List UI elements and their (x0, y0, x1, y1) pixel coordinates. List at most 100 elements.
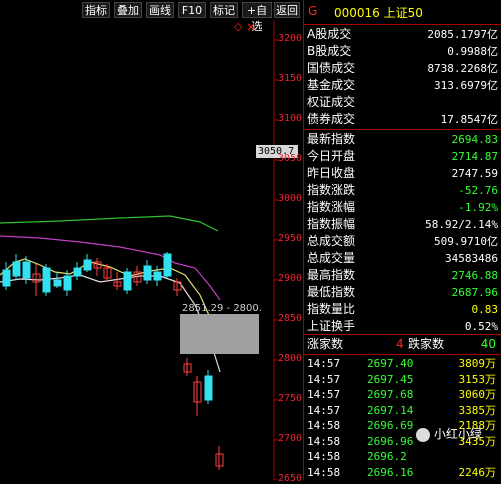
turnover-value: 0.9988亿 (447, 45, 498, 58)
watermark-text: 小红小绿 (433, 427, 482, 441)
index-label: 指数涨跌 (307, 183, 356, 197)
index-value: -52.76 (458, 184, 498, 197)
trade-price: 2696.2 (367, 450, 407, 463)
index-label: 总成交量 (307, 251, 356, 265)
trade-row: 14:57 2697.14 3385万 (304, 403, 501, 418)
range-highlight[interactable] (180, 314, 259, 354)
index-value: 2714.87 (451, 150, 498, 163)
turnover-row: 基金成交 313.6979亿 (304, 77, 501, 94)
turnover-value: 2085.1797亿 (427, 28, 498, 41)
price-tick-label: 3000 (278, 193, 303, 204)
price-tick-label: 2700 (278, 433, 303, 444)
index-label: 最新指数 (307, 132, 356, 146)
index-row: 今日开盘 2714.87 (304, 148, 501, 165)
add-watchlist-button[interactable]: +自选 (242, 2, 272, 33)
mark-button[interactable]: 标记 (210, 2, 238, 18)
draw-line-button[interactable]: 画线 (146, 2, 174, 18)
index-row: 总成交额 509.9710亿 (304, 233, 501, 250)
index-row: 上证换手 0.52% (304, 318, 501, 335)
trade-vol: 3060万 (458, 388, 497, 401)
price-tick-label: 2900 (278, 273, 303, 284)
turnover-row: 国债成交 8738.2268亿 (304, 60, 501, 77)
group-indicator: G (308, 4, 318, 18)
price-tick-label: 3100 (278, 113, 303, 124)
price-tick-label: 2800 (278, 353, 303, 364)
up-count-label: 涨家数 (307, 337, 344, 351)
candle-body (163, 253, 172, 277)
trade-time: 14:58 (307, 434, 341, 448)
candle-body (204, 375, 213, 401)
index-label: 最低指数 (307, 285, 356, 299)
quote-panel: G 000016 上证50 A股成交 2085.1797亿 B股成交 0.9988亿国… (303, 0, 501, 480)
turnover-label: 债券成交 (307, 112, 356, 126)
trade-time: 14:57 (307, 372, 341, 386)
candle-body (2, 269, 11, 287)
index-value: 58.92/2.14% (425, 218, 498, 231)
price-tick-label: 3150 (278, 73, 303, 84)
trade-price: 2697.14 (367, 403, 414, 417)
index-row: 昨日收盘 2747.59 (304, 165, 501, 182)
trade-time: 14:58 (307, 450, 341, 463)
turnover-label: 基金成交 (307, 78, 356, 92)
turnover-row: B股成交 0.9988亿 (304, 43, 501, 60)
wechat-icon (416, 427, 430, 442)
index-row: 指数振幅 58.92/2.14% (304, 216, 501, 233)
trade-price: 2696.69 (367, 419, 414, 432)
breadth-row: 涨家数 4 跌家数 40 (304, 336, 501, 353)
index-value: 34583486 (445, 252, 498, 265)
turnover-row: 权证成交 (304, 94, 501, 111)
trade-vol: 3385万 (458, 403, 497, 417)
kline-chart[interactable]: 2851.29 - 2800. 3050.7 3200 3150 3100 3050 3… (0, 20, 303, 484)
trade-time: 14:57 (307, 388, 341, 401)
candle-body (12, 261, 21, 277)
range-label: 2851.29 - 2800. (182, 303, 262, 314)
turnover-label: B股成交 (307, 44, 352, 58)
price-tick-label: 3200 (278, 33, 303, 44)
price-tick-label: 3050 (278, 153, 303, 164)
indicator-button[interactable]: 指标 (82, 2, 110, 18)
index-value: 2694.83 (451, 133, 498, 146)
index-value: 2746.88 (451, 269, 498, 282)
index-label: 指数振幅 (307, 217, 356, 231)
turnover-value: 313.6979亿 (434, 79, 498, 92)
trade-price: 2697.45 (367, 372, 414, 386)
divider (304, 354, 501, 355)
index-row: 最新指数 2694.83 (304, 131, 501, 148)
index-row: 总成交量 34583486 (304, 250, 501, 267)
trade-price: 2697.68 (367, 388, 414, 401)
price-tick-label: 2750 (278, 393, 303, 404)
trade-time: 14:58 (307, 465, 341, 479)
divider (304, 129, 501, 130)
turnover-row: 债券成交 17.8547亿 (304, 111, 501, 128)
candle-body (63, 275, 72, 291)
price-tick-label: 2650 (278, 473, 303, 484)
divider (304, 24, 501, 25)
index-label: 指数涨幅 (307, 200, 356, 214)
panel-header: G 000016 上证50 (304, 0, 501, 24)
trade-time: 14:58 (307, 419, 341, 432)
candles (2, 252, 224, 470)
candle-body (42, 267, 51, 293)
turnover-row: A股成交 2085.1797亿 (304, 26, 501, 43)
candle-body (143, 265, 152, 281)
index-row: 最低指数 2687.96 (304, 284, 501, 301)
index-row: 指数涨跌 -52.76 (304, 182, 501, 199)
overlay-button[interactable]: 叠加 (114, 2, 142, 18)
turnover-value: 8738.2268亿 (427, 62, 498, 75)
trade-time: 14:57 (307, 403, 341, 417)
candle-body (123, 271, 132, 291)
trade-row: 14:57 2697.40 3809万 (304, 356, 501, 371)
trade-row: 14:57 2697.45 3153万 (304, 372, 501, 387)
index-value: 0.83 (471, 303, 499, 316)
candle-body (73, 267, 82, 277)
index-label: 昨日收盘 (307, 166, 356, 180)
f10-button[interactable]: F10 (178, 2, 206, 18)
price-tick-label: 2950 (278, 233, 303, 244)
trade-row: 14:58 2696.2 (304, 449, 501, 464)
back-button[interactable]: 返回 (274, 2, 300, 18)
index-value: 2687.96 (451, 286, 498, 299)
ma-green-line (0, 215, 219, 232)
trade-time: 14:57 (307, 357, 341, 370)
candle-body (22, 261, 31, 279)
trade-vol: 3153万 (458, 372, 497, 386)
